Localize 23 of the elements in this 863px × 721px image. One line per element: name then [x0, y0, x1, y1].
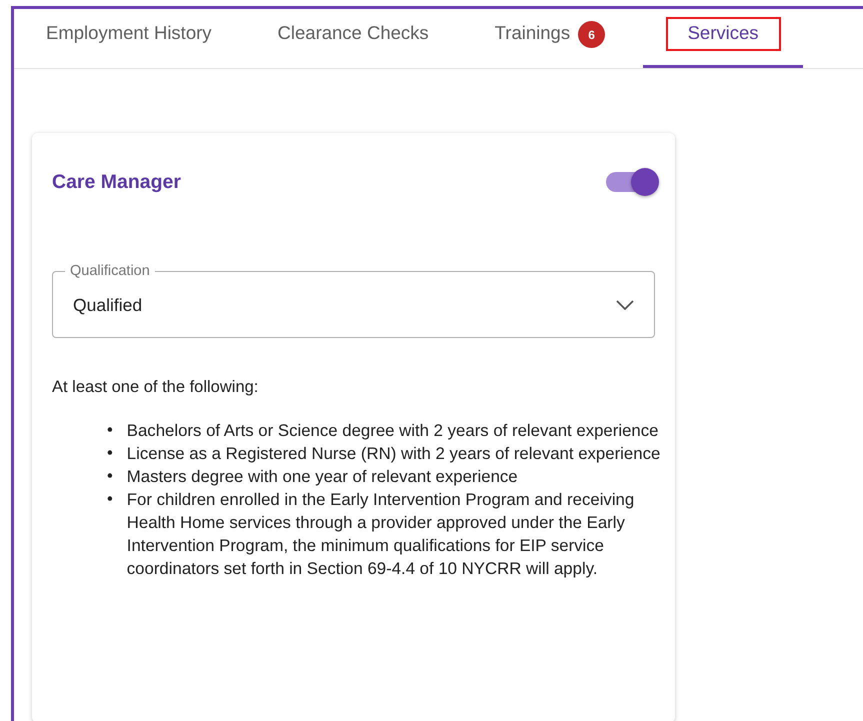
tab[interactable]: Services: [643, 9, 804, 68]
tab-label: Trainings: [494, 21, 572, 45]
intro-text: At least one of the following:: [52, 378, 260, 397]
tab[interactable]: Employment History: [20, 9, 238, 68]
bullet: •: [107, 420, 113, 441]
requirement-item: Bachelors of Arts or Science degree with 2 years of relevant experience: [126, 420, 658, 442]
qualification-select[interactable]: Qualification Qualified: [52, 263, 655, 338]
card-title: Care Manager: [52, 170, 181, 194]
tab-label: Employment History: [45, 21, 213, 45]
chevron-down-icon: [616, 300, 634, 310]
field-value: Qualified: [73, 294, 142, 316]
requirement-item: Masters degree with one year of relevant experience: [126, 466, 518, 488]
tab-label: Clearance Checks: [276, 21, 430, 45]
requirement-item: For children enrolled in the Early Intervention Program and receiving Health Home services through a provider approved under the Early Intervention Program, the minimum qualifications for EIP service coordinators set forth in Section 69-4.4 of 10 NYCRR will apply.: [126, 489, 636, 580]
bullet: •: [107, 443, 113, 464]
field-label: Qualification: [69, 263, 151, 279]
tab-label: Services: [666, 17, 781, 51]
bullet: •: [107, 466, 113, 487]
tab[interactable]: Trainings 6: [468, 9, 630, 68]
bullet: •: [107, 489, 113, 510]
count-badge: 6: [578, 21, 606, 48]
requirement-item: License as a Registered Nurse (RN) with 2 years of relevant experience: [126, 443, 660, 465]
tab[interactable]: Clearance Checks: [252, 9, 455, 68]
